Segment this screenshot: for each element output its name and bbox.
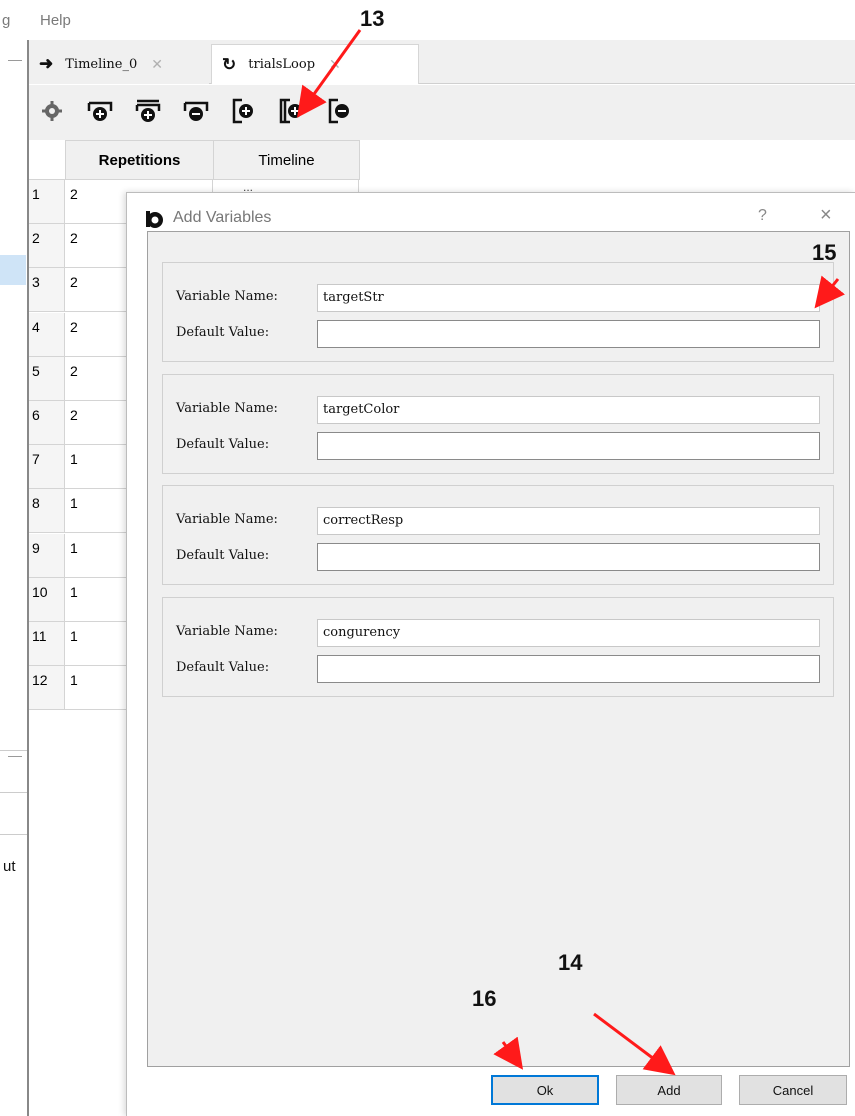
default-value-input[interactable] (317, 320, 820, 348)
tab-label: trialsLoop (248, 57, 316, 72)
help-icon[interactable]: ? (758, 207, 767, 225)
menu-item-partial[interactable]: g (2, 12, 10, 29)
default-value-label: Default Value: (176, 436, 270, 452)
column-header-timeline[interactable]: Timeline (213, 140, 360, 180)
add-row-above-icon[interactable] (85, 95, 115, 127)
panel-partial-label: ut (3, 858, 16, 875)
remove-row-icon[interactable] (181, 95, 211, 127)
divider (0, 792, 28, 793)
arrow-right-icon: ➜ (39, 54, 54, 73)
ok-button[interactable]: Ok (491, 1075, 599, 1105)
cancel-button[interactable]: Cancel (739, 1075, 847, 1105)
default-value-input[interactable] (317, 654, 820, 683)
annotation-15: 15 (812, 240, 837, 265)
default-value-input[interactable] (317, 431, 820, 460)
variable-name-input[interactable]: correctResp (317, 507, 820, 535)
variable-name-label: Variable Name: (176, 623, 278, 639)
column-header-repetitions[interactable]: Repetitions (65, 140, 214, 180)
row-header[interactable]: 9 (29, 533, 65, 578)
divider (0, 750, 28, 751)
default-value-label: Default Value: (176, 548, 270, 563)
row-header[interactable]: 7 (29, 445, 65, 490)
variable-name-input[interactable]: targetStr (317, 284, 820, 312)
annotation-13: 13 (360, 6, 385, 31)
variable-name-input[interactable]: targetColor (317, 395, 820, 424)
row-header[interactable]: 6 (29, 401, 65, 445)
default-value-input[interactable] (317, 543, 820, 571)
variable-name-label: Variable Name: (176, 400, 278, 416)
tab-timeline-0[interactable]: ➜ Timeline_0 ✕ (29, 44, 209, 84)
minimize-icon[interactable] (8, 60, 22, 61)
variable-group: Variable Name: targetStr Default Value: (162, 262, 834, 362)
left-panel: ut (0, 40, 28, 1116)
selected-tree-item[interactable] (0, 255, 26, 285)
loop-icon: ↻ (222, 54, 237, 74)
row-header[interactable]: 2 (29, 224, 65, 269)
annotation-14: 14 (558, 950, 583, 975)
row-header[interactable]: 1 (29, 180, 65, 224)
default-value-label: Default Value: (176, 325, 270, 340)
row-header[interactable]: 4 (29, 312, 65, 357)
row-header[interactable]: 5 (29, 356, 65, 401)
tab-trials-loop[interactable]: ↻ trialsLoop ✕ (211, 44, 419, 84)
tab-bar: ➜ Timeline_0 ✕ ↻ trialsLoop ✕ (29, 40, 855, 84)
table-corner (29, 140, 66, 180)
variable-name-label: Variable Name: (176, 512, 278, 527)
row-header[interactable]: 11 (29, 622, 65, 666)
row-header[interactable]: 3 (29, 268, 65, 313)
row-header[interactable]: 8 (29, 489, 65, 534)
add-column-left-icon[interactable] (229, 95, 259, 127)
close-tab-icon[interactable]: ✕ (151, 56, 163, 73)
dialog-title: Add Variables (173, 209, 272, 226)
row-header[interactable]: 10 (29, 577, 65, 622)
variable-name-label: Variable Name: (176, 289, 278, 304)
menu-item-help[interactable]: Help (40, 12, 71, 29)
divider (0, 834, 28, 835)
add-button[interactable]: Add (616, 1075, 722, 1105)
close-tab-icon[interactable]: ✕ (329, 56, 341, 73)
row-header[interactable]: 12 (29, 666, 65, 711)
default-value-label: Default Value: (176, 659, 270, 675)
app-logo-icon (146, 211, 163, 228)
tab-label: Timeline_0 (65, 56, 138, 72)
variable-group: Variable Name: targetColor Default Value: (162, 373, 834, 474)
add-variables-dialog: Add Variables ? × Variable Name: targetSt… (126, 192, 855, 1116)
variables-panel: Variable Name: targetStr Default Value: Var… (147, 231, 850, 1067)
minimize-icon[interactable] (8, 756, 22, 757)
remove-column-icon[interactable] (325, 95, 355, 127)
menu-bar: g Help (0, 0, 855, 40)
add-column-right-icon[interactable] (277, 95, 307, 127)
variable-group: Variable Name: congurency Default Value: (162, 596, 834, 697)
close-icon[interactable]: × (820, 204, 832, 227)
annotation-16: 16 (472, 986, 497, 1011)
gear-icon[interactable] (37, 95, 67, 127)
variable-name-input[interactable]: congurency (317, 618, 820, 647)
add-row-below-icon[interactable] (133, 95, 163, 127)
variable-group: Variable Name: correctResp Default Value: (162, 485, 834, 585)
toolbar (29, 85, 855, 140)
